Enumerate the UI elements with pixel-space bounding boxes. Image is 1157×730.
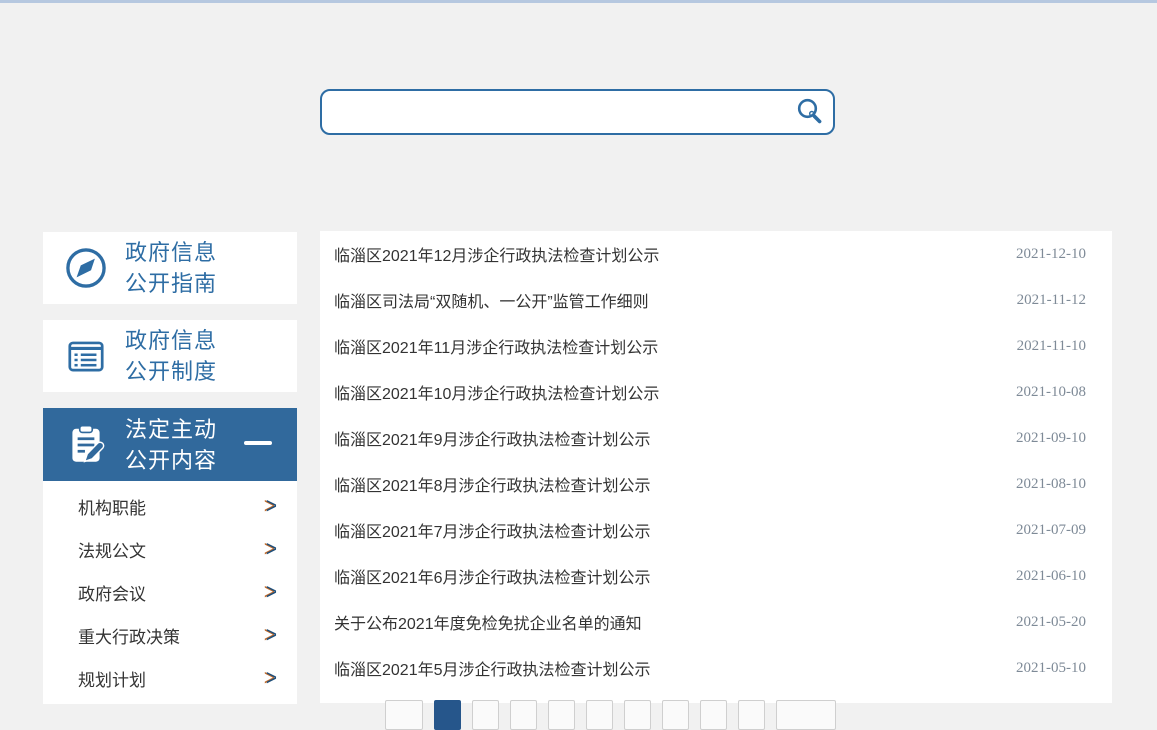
chevron-right-icon: > [266,625,277,647]
sidebar-submenu-item[interactable]: 重大行政决策 > [43,614,297,657]
pagination-button[interactable] [586,700,613,730]
sidebar: 政府信息 公开指南 政府信息 公开制度 [43,232,297,704]
sidebar-item-label: 政府信息 公开制度 [125,325,217,387]
document-date: 2021-07-09 [1016,522,1086,539]
compass-icon [63,245,109,291]
document-link[interactable]: 临淄区2021年9月涉企行政执法检查计划公示 [334,426,651,450]
pagination-current-page[interactable] [434,700,461,730]
list-item[interactable]: 临淄区2021年12月涉企行政执法检查计划公示 2021-12-10 [320,231,1112,277]
submenu-item-label: 重大行政决策 [78,623,180,648]
sidebar-submenu-item[interactable]: 政府会议 > [43,571,297,614]
submenu-item-label: 规划计划 [78,666,146,691]
document-date: 2021-05-10 [1016,660,1086,677]
page-top-strip [0,0,1157,3]
sidebar-item-gov-info-guide[interactable]: 政府信息 公开指南 [43,232,297,304]
document-list-icon [63,333,109,379]
document-date: 2021-09-10 [1016,430,1086,447]
chevron-right-icon: > [266,496,277,518]
document-date: 2021-11-10 [1017,338,1086,355]
sidebar-submenu-item[interactable]: 规划计划 > [43,657,297,700]
clipboard-pencil-icon [63,422,109,468]
pagination-button[interactable] [738,700,765,730]
pagination-button[interactable] [548,700,575,730]
pagination-button[interactable] [510,700,537,730]
sidebar-submenu-item[interactable]: 法规公文 > [43,528,297,571]
chevron-right-icon: > [266,668,277,690]
document-link[interactable]: 临淄区2021年11月涉企行政执法检查计划公示 [334,334,658,358]
list-item[interactable]: 临淄区2021年8月涉企行政执法检查计划公示 2021-08-10 [320,461,1112,507]
document-date: 2021-08-10 [1016,476,1086,493]
list-item[interactable]: 临淄区2021年11月涉企行政执法检查计划公示 2021-11-10 [320,323,1112,369]
chevron-right-icon: > [266,539,277,561]
list-item[interactable]: 关于公布2021年度免检免扰企业名单的通知 2021-05-20 [320,599,1112,645]
document-date: 2021-06-10 [1016,568,1086,585]
list-item[interactable]: 临淄区2021年10月涉企行政执法检查计划公示 2021-10-08 [320,369,1112,415]
list-item[interactable]: 临淄区2021年5月涉企行政执法检查计划公示 2021-05-10 [320,645,1112,691]
document-list: 临淄区2021年12月涉企行政执法检查计划公示 2021-12-10 临淄区司法… [320,231,1112,703]
document-link[interactable]: 临淄区2021年7月涉企行政执法检查计划公示 [334,518,651,542]
document-link[interactable]: 临淄区司法局“双随机、一公开”监管工作细则 [334,288,649,312]
document-link[interactable]: 临淄区2021年12月涉企行政执法检查计划公示 [334,242,659,266]
search-bar [320,89,835,135]
document-date: 2021-12-10 [1016,246,1086,263]
submenu-item-label: 政府会议 [78,580,146,605]
pagination-button[interactable] [700,700,727,730]
sidebar-item-gov-info-system[interactable]: 政府信息 公开制度 [43,320,297,392]
search-button[interactable] [787,91,833,133]
document-date: 2021-05-20 [1016,614,1086,631]
document-link[interactable]: 临淄区2021年6月涉企行政执法检查计划公示 [334,564,651,588]
list-item[interactable]: 临淄区2021年7月涉企行政执法检查计划公示 2021-07-09 [320,507,1112,553]
sidebar-item-statutory-disclosure[interactable]: 法定主动 公开内容 [43,408,297,481]
document-link[interactable]: 关于公布2021年度免检免扰企业名单的通知 [334,610,642,634]
search-input[interactable] [322,91,787,133]
pagination-button[interactable] [662,700,689,730]
list-item[interactable]: 临淄区司法局“双随机、一公开”监管工作细则 2021-11-12 [320,277,1112,323]
pagination-button[interactable] [385,700,423,730]
document-date: 2021-10-08 [1016,384,1086,401]
collapse-minus-icon[interactable] [244,441,272,445]
chevron-right-icon: > [266,582,277,604]
list-item[interactable]: 临淄区2021年9月涉企行政执法检查计划公示 2021-09-10 [320,415,1112,461]
list-item[interactable]: 临淄区2021年6月涉企行政执法检查计划公示 2021-06-10 [320,553,1112,599]
pagination [385,700,847,730]
document-link[interactable]: 临淄区2021年8月涉企行政执法检查计划公示 [334,472,651,496]
pagination-button[interactable] [624,700,651,730]
document-link[interactable]: 临淄区2021年10月涉企行政执法检查计划公示 [334,380,659,404]
pagination-button[interactable] [472,700,499,730]
search-icon [795,97,825,127]
submenu-item-label: 法规公文 [78,537,146,562]
sidebar-item-label: 法定主动 公开内容 [125,414,217,476]
document-date: 2021-11-12 [1017,292,1086,309]
submenu-item-label: 机构职能 [78,494,146,519]
sidebar-item-label: 政府信息 公开指南 [125,237,217,299]
sidebar-submenu-item[interactable]: 机构职能 > [43,485,297,528]
document-link[interactable]: 临淄区2021年5月涉企行政执法检查计划公示 [334,656,651,680]
sidebar-submenu: 机构职能 > 法规公文 > 政府会议 > 重大行政决策 > 规划计划 > [43,481,297,704]
pagination-button[interactable] [776,700,836,730]
